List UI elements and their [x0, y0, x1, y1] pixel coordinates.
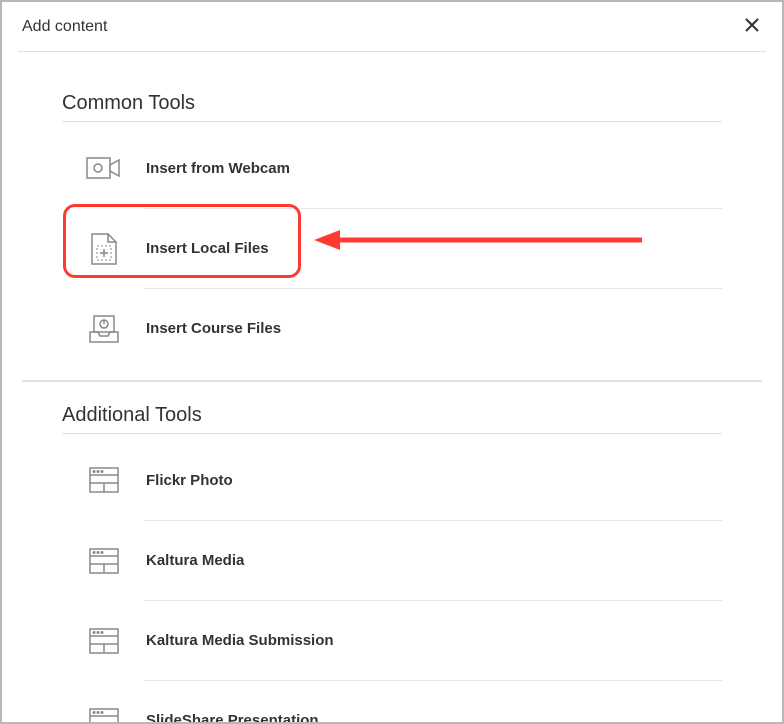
common-tools-list: Insert from Webcam Insert Local Files: [62, 128, 722, 368]
tool-label: Insert Local Files: [146, 240, 269, 257]
tool-label: Insert Course Files: [146, 320, 281, 337]
tray-icon: [84, 309, 124, 349]
webcam-icon: [84, 148, 124, 188]
additional-tools-list: Flickr Photo Kaltura Media: [62, 440, 722, 722]
tool-label: SlideShare Presentation: [146, 712, 319, 722]
section-title-additional: Additional Tools: [62, 404, 722, 427]
file-add-icon: [84, 229, 124, 269]
section-rule: [62, 433, 722, 434]
dialog-header: Add content: [18, 2, 766, 52]
tool-label: Insert from Webcam: [146, 160, 290, 177]
tool-insert-course-files[interactable]: Insert Course Files: [144, 288, 722, 368]
dialog-title: Add content: [18, 2, 766, 52]
scroll-area[interactable]: Add content Common Tools: [2, 2, 782, 722]
tool-slideshare-presentation[interactable]: SlideShare Presentation: [144, 680, 722, 722]
close-button[interactable]: [738, 12, 766, 40]
section-rule: [62, 121, 722, 122]
window-grid-icon: [84, 460, 124, 500]
window-grid-icon: [84, 701, 124, 723]
tool-label: Flickr Photo: [146, 472, 233, 489]
tool-kaltura-media-submission[interactable]: Kaltura Media Submission: [144, 600, 722, 680]
close-icon: [745, 16, 759, 37]
tool-label: Kaltura Media: [146, 552, 244, 569]
tool-insert-from-webcam[interactable]: Insert from Webcam: [84, 128, 722, 208]
dialog-frame: Add content Common Tools: [0, 0, 784, 724]
section-title-common: Common Tools: [62, 92, 722, 115]
tool-flickr-photo[interactable]: Flickr Photo: [84, 440, 722, 520]
window-grid-icon: [84, 541, 124, 581]
window-grid-icon: [84, 621, 124, 661]
tool-kaltura-media[interactable]: Kaltura Media: [144, 520, 722, 600]
section-divider: [22, 380, 762, 382]
tool-label: Kaltura Media Submission: [146, 632, 334, 649]
tool-insert-local-files[interactable]: Insert Local Files: [144, 208, 722, 288]
dialog-body: Common Tools Insert from Webcam: [2, 52, 782, 722]
